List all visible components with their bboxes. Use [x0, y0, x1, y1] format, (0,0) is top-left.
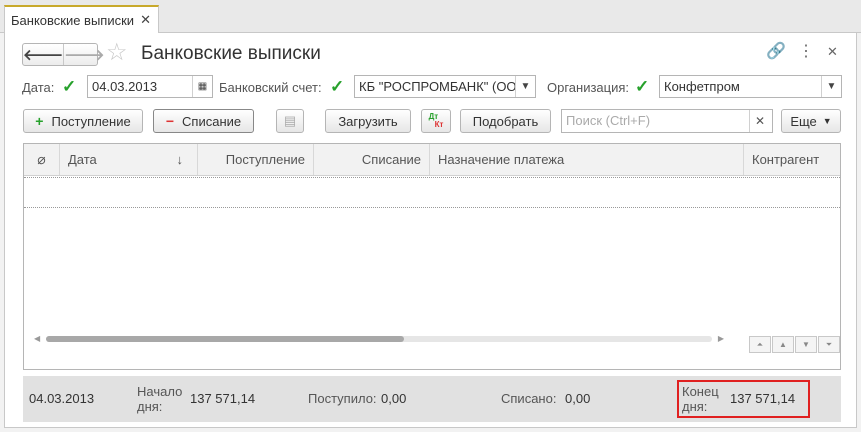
- tab-title: Банковские выписки: [11, 12, 135, 28]
- account-checkbox[interactable]: ✓: [330, 78, 347, 95]
- calendar-icon[interactable]: ▦: [192, 76, 212, 97]
- go-first-icon[interactable]: ⏶: [749, 336, 771, 353]
- more-button-label: Еще: [790, 113, 817, 129]
- start-balance-label-2: дня:: [137, 399, 163, 414]
- more-menu-icon[interactable]: ⋮: [798, 42, 814, 62]
- received-label: Поступило:: [308, 391, 377, 406]
- forward-arrow-icon[interactable]: 🡒: [63, 44, 104, 65]
- list-navigation: ⏶ ▲ ▼ ⏷: [748, 336, 840, 353]
- column-writeoff[interactable]: Списание: [314, 144, 430, 175]
- favorite-star-icon[interactable]: ☆: [106, 39, 128, 67]
- date-checkbox[interactable]: ✓: [62, 78, 79, 95]
- spent-label: Списано:: [501, 391, 557, 406]
- scroll-left-icon[interactable]: ◀: [34, 334, 40, 343]
- organization-value: Конфетпром: [664, 79, 740, 94]
- go-last-icon[interactable]: ⏷: [818, 336, 840, 353]
- page-up-icon[interactable]: ▲: [772, 336, 794, 353]
- chevron-down-icon: ▼: [822, 116, 832, 126]
- horizontal-scrollbar[interactable]: ◀ ▶: [34, 334, 724, 343]
- page-title: Банковские выписки: [141, 43, 321, 64]
- minus-icon: −: [165, 113, 175, 129]
- receipt-button-label: Поступление: [51, 113, 131, 129]
- tab-bank-statements[interactable]: Банковские выписки ✕: [4, 5, 159, 33]
- date-value: 04.03.2013: [92, 79, 158, 94]
- column-purpose[interactable]: Назначение платежа: [430, 144, 744, 175]
- end-balance-highlight: [677, 380, 810, 418]
- organization-label: Организация:: [547, 80, 630, 95]
- search-clear-icon[interactable]: ✕: [749, 110, 770, 132]
- table-header: ⌀ Дата ↓ Поступление Списание Назначение…: [24, 144, 840, 176]
- tab-strip: Банковские выписки ✕: [0, 0, 861, 33]
- organization-dropdown-icon[interactable]: ▼: [821, 76, 841, 97]
- date-label: Дата:: [22, 80, 55, 95]
- plus-icon: +: [35, 113, 44, 129]
- more-button[interactable]: Еще ▼: [781, 109, 841, 133]
- load-button[interactable]: Загрузить: [325, 109, 411, 133]
- spent-value: 0,00: [565, 391, 591, 406]
- nav-buttons: 🡐 🡒: [22, 43, 104, 66]
- writeoff-button[interactable]: − Списание: [153, 109, 254, 133]
- account-value: КБ "РОСПРОМБАНК" (ООО: [359, 79, 527, 94]
- footer-date: 04.03.2013: [29, 391, 95, 406]
- account-dropdown-icon[interactable]: ▼: [515, 76, 535, 97]
- link-icon[interactable]: 🔗: [766, 42, 786, 62]
- scroll-thumb[interactable]: [46, 336, 404, 342]
- statements-table[interactable]: ⌀ Дата ↓ Поступление Списание Назначение…: [23, 143, 841, 370]
- column-counterparty[interactable]: Контрагент: [744, 144, 840, 175]
- column-date-label: Дата: [68, 152, 97, 167]
- close-form-icon[interactable]: ✕: [827, 42, 838, 62]
- organization-checkbox[interactable]: ✓: [635, 78, 652, 95]
- back-arrow-icon[interactable]: 🡐: [23, 44, 63, 65]
- writeoff-button-label: Списание: [182, 113, 242, 129]
- page-down-icon[interactable]: ▼: [795, 336, 817, 353]
- dt-kt-icon[interactable]: Дт Кт: [421, 109, 451, 133]
- tab-close-icon[interactable]: ✕: [140, 12, 151, 28]
- attachment-icon[interactable]: ⌀: [24, 144, 60, 175]
- table-row-empty[interactable]: [24, 177, 840, 208]
- account-label: Банковский счет:: [219, 80, 322, 95]
- sort-down-icon: ↓: [176, 152, 184, 167]
- dt-kt-glyph: Дт Кт: [429, 113, 444, 129]
- start-balance-value: 137 571,14: [190, 391, 256, 406]
- copy-document-icon[interactable]: ▤: [276, 109, 304, 133]
- search-input[interactable]: Поиск (Ctrl+F): [561, 109, 773, 133]
- date-field[interactable]: 04.03.2013 ▦: [87, 75, 213, 98]
- column-receipt[interactable]: Поступление: [198, 144, 314, 175]
- receipt-button[interactable]: + Поступление: [23, 109, 143, 133]
- received-value: 0,00: [381, 391, 407, 406]
- form-bank-statements: 🡐 🡒 ☆ Банковские выписки 🔗 ⋮ ✕ Дата: ✓ 0…: [4, 33, 857, 428]
- select-button[interactable]: Подобрать: [460, 109, 551, 133]
- column-date[interactable]: Дата ↓: [60, 144, 198, 175]
- account-field[interactable]: КБ "РОСПРОМБАНК" (ООО ▼: [354, 75, 536, 98]
- start-balance-label-1: Начало: [137, 384, 183, 399]
- kt-label: Кт: [434, 120, 444, 129]
- scroll-right-icon[interactable]: ▶: [718, 334, 724, 343]
- organization-field[interactable]: Конфетпром ▼: [659, 75, 842, 98]
